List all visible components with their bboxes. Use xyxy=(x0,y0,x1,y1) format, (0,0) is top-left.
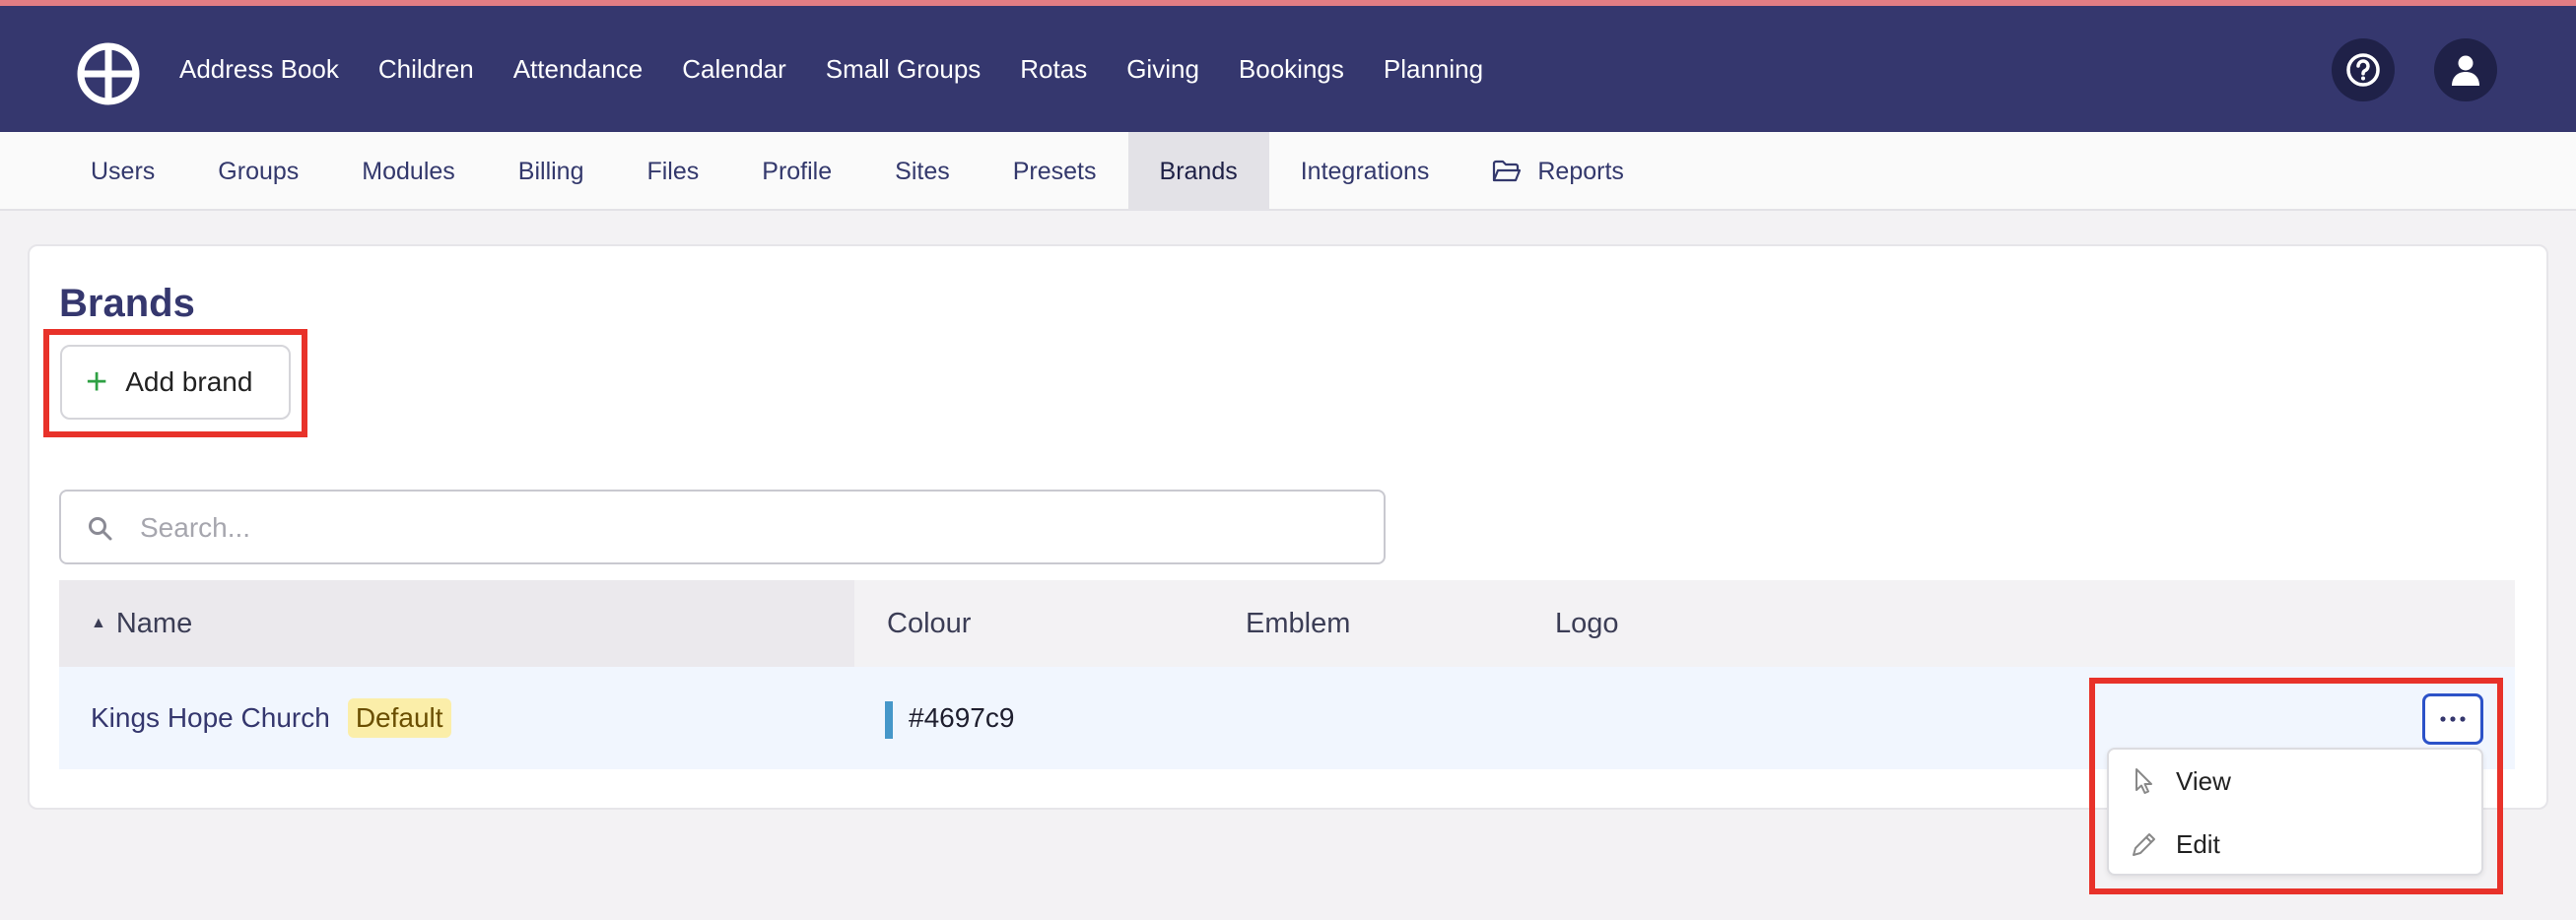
column-header-label: Name xyxy=(115,607,193,639)
tab-sites[interactable]: Sites xyxy=(863,132,982,211)
tab-label: Billing xyxy=(517,157,584,185)
tab-label: Presets xyxy=(1012,157,1097,185)
main-navigation: Address Book Children Attendance Calenda… xyxy=(179,6,1483,132)
tab-label: Brands xyxy=(1159,157,1238,185)
tab-label: Sites xyxy=(895,157,950,185)
top-navigation-bar: Address Book Children Attendance Calenda… xyxy=(0,6,2576,132)
tab-profile[interactable]: Profile xyxy=(730,132,863,211)
tab-label: Users xyxy=(91,157,156,185)
nav-rotas[interactable]: Rotas xyxy=(1020,54,1087,85)
tab-label: Files xyxy=(646,157,700,185)
user-icon xyxy=(2452,55,2479,86)
tab-presets[interactable]: Presets xyxy=(982,132,1128,211)
tab-groups[interactable]: Groups xyxy=(186,132,330,211)
colour-swatch xyxy=(885,701,893,739)
highlight-box-row-actions xyxy=(2089,678,2503,894)
search-icon xyxy=(89,517,112,541)
nav-attendance[interactable]: Attendance xyxy=(513,54,644,85)
tab-files[interactable]: Files xyxy=(615,132,730,211)
wheel-logo-icon[interactable] xyxy=(77,42,140,105)
column-header-colour[interactable]: Colour xyxy=(887,580,971,667)
nav-calendar[interactable]: Calendar xyxy=(682,54,786,85)
search-input[interactable] xyxy=(140,499,1362,557)
brand-name[interactable]: Kings Hope Church xyxy=(91,702,330,734)
sort-ascending-icon: ▲ xyxy=(91,615,106,631)
table-header: ▲ Name Colour Emblem Logo xyxy=(59,580,2515,667)
tab-integrations[interactable]: Integrations xyxy=(1269,132,1461,211)
brand-colour-value: #4697c9 xyxy=(909,702,1015,733)
tab-label: Modules xyxy=(362,157,455,185)
column-header-logo[interactable]: Logo xyxy=(1555,580,1619,667)
default-badge: Default xyxy=(347,698,451,738)
column-header-name[interactable]: ▲ Name xyxy=(59,580,854,667)
nav-small-groups[interactable]: Small Groups xyxy=(826,54,982,85)
tab-billing[interactable]: Billing xyxy=(487,132,616,211)
highlight-box-add-brand xyxy=(43,329,307,437)
tab-users[interactable]: Users xyxy=(59,132,186,211)
help-button[interactable] xyxy=(2332,38,2395,101)
nav-bookings[interactable]: Bookings xyxy=(1239,54,1344,85)
tab-label: Reports xyxy=(1537,157,1624,185)
search-box xyxy=(59,490,1386,564)
settings-subnavigation: Users Groups Modules Billing Files Profi… xyxy=(0,132,2576,211)
page-title: Brands xyxy=(59,282,195,325)
folder-open-icon xyxy=(1492,160,1522,183)
column-header-emblem[interactable]: Emblem xyxy=(1246,580,1350,667)
tab-label: Profile xyxy=(762,157,833,185)
user-menu-button[interactable] xyxy=(2434,38,2497,101)
tab-brands[interactable]: Brands xyxy=(1127,132,1269,211)
brand-name-cell[interactable]: Kings Hope Church Default xyxy=(91,667,451,769)
question-circle-icon xyxy=(2346,53,2380,87)
nav-address-book[interactable]: Address Book xyxy=(179,54,339,85)
nav-children[interactable]: Children xyxy=(378,54,474,85)
tab-label: Groups xyxy=(218,157,300,185)
tab-label: Integrations xyxy=(1300,157,1430,185)
nav-planning[interactable]: Planning xyxy=(1384,54,1483,85)
tab-modules[interactable]: Modules xyxy=(330,132,487,211)
tab-reports[interactable]: Reports xyxy=(1460,132,1656,211)
nav-giving[interactable]: Giving xyxy=(1126,54,1199,85)
